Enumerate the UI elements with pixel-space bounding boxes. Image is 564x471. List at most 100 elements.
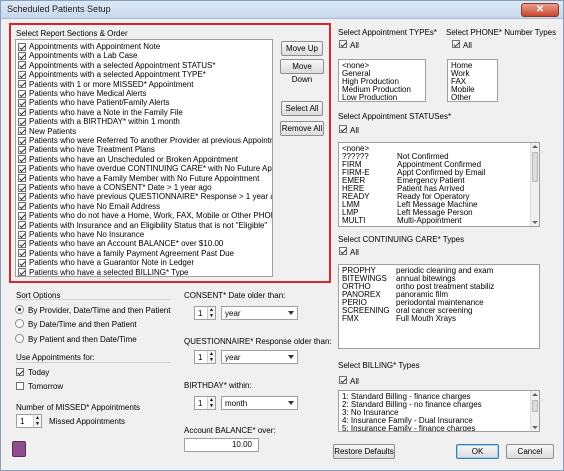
section-checkbox[interactable] bbox=[18, 239, 26, 248]
tomorrow-checkbox[interactable] bbox=[16, 382, 24, 390]
section-item-label[interactable]: Patients who have No Email Address bbox=[29, 202, 160, 211]
report-sections-list[interactable]: Appointments with Appointment Note Appoin… bbox=[15, 39, 273, 277]
section-item-label[interactable]: New Patients bbox=[29, 127, 76, 136]
section-item-label[interactable]: Patients with Insurance and an Eligibili… bbox=[29, 221, 267, 230]
section-checkbox[interactable] bbox=[18, 89, 26, 98]
section-checkbox[interactable] bbox=[18, 42, 26, 51]
ok-button[interactable]: OK bbox=[456, 444, 499, 459]
section-checkbox[interactable] bbox=[18, 183, 26, 192]
birthday-unit-select[interactable]: month bbox=[221, 396, 298, 410]
section-checkbox[interactable] bbox=[18, 145, 26, 154]
appt-type-item[interactable]: Low Production bbox=[342, 93, 397, 101]
section-checkbox[interactable] bbox=[18, 155, 26, 164]
spin-arrows-icon[interactable]: ▲ ▼ bbox=[207, 351, 215, 363]
section-item-label[interactable]: Patients who have a Note in the Family F… bbox=[29, 108, 183, 117]
section-item-label[interactable]: Appointments with a Lab Case bbox=[29, 51, 138, 60]
section-item-label[interactable]: Patients who have a selected BILLING* Ty… bbox=[29, 268, 189, 276]
sort-radio[interactable] bbox=[15, 305, 24, 314]
continuing-care-list[interactable]: PROPHY periodic cleaning and exam BITEWING… bbox=[338, 264, 540, 349]
status-item-code[interactable]: MULTI bbox=[342, 216, 365, 225]
sort-radio[interactable] bbox=[15, 319, 24, 328]
section-checkbox[interactable] bbox=[18, 230, 26, 239]
scroll-up-icon[interactable] bbox=[532, 145, 538, 148]
remove-all-button[interactable]: Remove All bbox=[280, 121, 324, 136]
section-item-label[interactable]: Patients who have an Unscheduled or Brok… bbox=[29, 155, 238, 164]
section-item-label[interactable]: Patients who have Patient/Family Alerts bbox=[29, 98, 170, 107]
scroll-thumb[interactable] bbox=[532, 152, 538, 182]
continuing-care-all-checkbox[interactable] bbox=[339, 247, 347, 255]
appt-statuses-all-checkbox[interactable] bbox=[339, 125, 347, 133]
section-checkbox[interactable] bbox=[18, 249, 26, 258]
scroll-up-icon[interactable] bbox=[532, 393, 538, 396]
section-checkbox[interactable] bbox=[18, 202, 26, 211]
section-checkbox[interactable] bbox=[18, 117, 26, 126]
section-checkbox[interactable] bbox=[18, 127, 26, 136]
section-checkbox[interactable] bbox=[18, 51, 26, 60]
section-item-label[interactable]: Patients who do not have a Home, Work, F… bbox=[29, 211, 272, 220]
select-all-button[interactable]: Select All bbox=[281, 101, 323, 116]
scrollbar[interactable] bbox=[530, 143, 539, 226]
today-checkbox[interactable] bbox=[16, 368, 24, 376]
care-item-code[interactable]: FMX bbox=[342, 314, 359, 323]
move-down-button[interactable]: Move Down bbox=[280, 59, 324, 84]
section-item-label[interactable]: Appointments with a selected Appointment… bbox=[29, 61, 215, 70]
birthday-stepper[interactable]: 1 ▲ ▼ bbox=[194, 396, 216, 410]
spin-arrows-icon[interactable]: ▲ ▼ bbox=[207, 397, 215, 409]
section-checkbox[interactable] bbox=[18, 174, 26, 183]
section-checkbox[interactable] bbox=[18, 61, 26, 70]
sort-radio[interactable] bbox=[15, 334, 24, 343]
billing-types-all-checkbox[interactable] bbox=[339, 376, 347, 384]
section-checkbox[interactable] bbox=[18, 164, 26, 173]
section-checkbox[interactable] bbox=[18, 221, 26, 230]
spin-arrows-icon[interactable]: ▲ ▼ bbox=[207, 307, 215, 319]
scroll-down-icon[interactable] bbox=[532, 426, 538, 429]
section-item-label[interactable]: Patients who have overdue CONTINUING CAR… bbox=[29, 164, 272, 173]
section-item-label[interactable]: Patients who have a Family Member with N… bbox=[29, 174, 259, 183]
section-checkbox[interactable] bbox=[18, 211, 26, 220]
spin-arrows-icon[interactable]: ▲ ▼ bbox=[33, 415, 41, 427]
section-item-label[interactable]: Appointments with a selected Appointment… bbox=[29, 70, 206, 79]
appt-types-all-checkbox[interactable] bbox=[339, 40, 347, 48]
appt-statuses-list[interactable]: <none>?????? Not Confirmed FIRM Appointment… bbox=[338, 142, 540, 227]
scroll-down-icon[interactable] bbox=[532, 221, 538, 224]
questionnaire-unit-select[interactable]: year bbox=[221, 350, 298, 364]
section-checkbox[interactable] bbox=[18, 70, 26, 79]
cancel-button[interactable]: Cancel bbox=[506, 444, 554, 459]
section-checkbox[interactable] bbox=[18, 108, 26, 117]
scrollbar[interactable] bbox=[530, 391, 539, 431]
missed-stepper[interactable]: 1 ▲ ▼ bbox=[16, 414, 42, 428]
phone-types-all-checkbox[interactable] bbox=[452, 40, 460, 48]
section-checkbox[interactable] bbox=[18, 80, 26, 89]
section-checkbox[interactable] bbox=[18, 192, 26, 201]
questionnaire-stepper[interactable]: 1 ▲ ▼ bbox=[194, 350, 216, 364]
billing-types-list[interactable]: 1: Standard Billing - finance charges 2: … bbox=[338, 390, 540, 432]
section-item-label[interactable]: Patients who have previous QUESTIONNAIRE… bbox=[29, 192, 272, 201]
appt-types-list[interactable]: <none> General High Production Medium Produ… bbox=[338, 59, 426, 102]
move-up-button[interactable]: Move Up bbox=[281, 41, 323, 56]
section-checkbox[interactable] bbox=[18, 268, 26, 276]
section-checkbox[interactable] bbox=[18, 258, 26, 267]
section-item-label[interactable]: Patients who have a Guarantor Note in Le… bbox=[29, 258, 194, 267]
section-item-label[interactable]: Patients who have an Account BALANCE* ov… bbox=[29, 239, 223, 248]
section-checkbox[interactable] bbox=[18, 136, 26, 145]
restore-defaults-button[interactable]: Restore Defaults bbox=[333, 444, 395, 459]
consent-unit-select[interactable]: year bbox=[221, 306, 298, 320]
consent-stepper[interactable]: 1 ▲ ▼ bbox=[194, 306, 216, 320]
section-item-label[interactable]: Patients with 1 or more MISSED* Appointm… bbox=[29, 80, 194, 89]
section-item-label[interactable]: Patients who were Referred To another Pr… bbox=[29, 136, 272, 145]
close-button[interactable]: ✕ bbox=[521, 3, 559, 17]
section-item-label[interactable]: Patients who have Medical Alerts bbox=[29, 89, 146, 98]
section-item-label[interactable]: Patients who have Treatment Plans bbox=[29, 145, 155, 154]
section-checkbox[interactable] bbox=[18, 98, 26, 107]
book-icon[interactable] bbox=[12, 441, 26, 457]
billing-type-item[interactable]: 5: Insurance Family - finance charges bbox=[342, 424, 475, 431]
balance-input[interactable]: 10.00 bbox=[184, 438, 259, 452]
scroll-thumb[interactable] bbox=[532, 400, 538, 412]
phone-types-list[interactable]: Home Work FAX Mobile Other bbox=[447, 59, 498, 102]
section-item-label[interactable]: Patients with a BIRTHDAY* within 1 month bbox=[29, 117, 180, 126]
section-item-label[interactable]: Patients who have a CONSENT* Date > 1 ye… bbox=[29, 183, 212, 192]
section-item-label[interactable]: Appointments with Appointment Note bbox=[29, 42, 160, 51]
section-item-label[interactable]: Patients who have No Insurance bbox=[29, 230, 144, 239]
phone-type-item[interactable]: Other bbox=[451, 93, 471, 101]
section-item-label[interactable]: Patients who have a family Payment Agree… bbox=[29, 249, 234, 258]
